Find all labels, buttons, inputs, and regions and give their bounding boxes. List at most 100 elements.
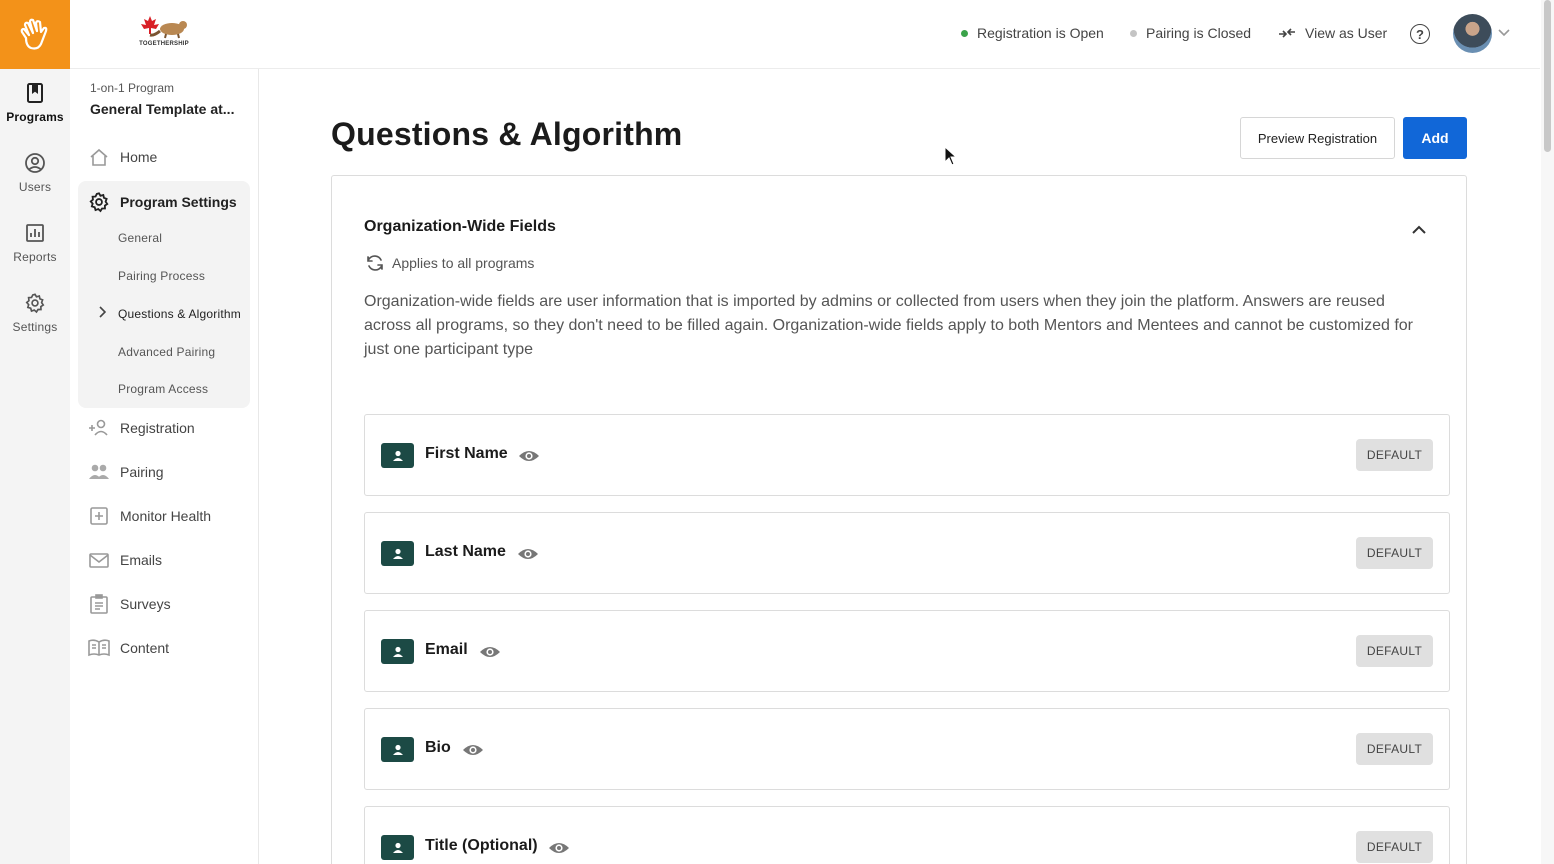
rail-item-label: Settings bbox=[12, 320, 58, 334]
field-card-bio[interactable]: Bio DEFAULT bbox=[364, 708, 1450, 790]
person-icon bbox=[381, 541, 414, 566]
sidebar-item-emails[interactable]: Emails bbox=[78, 540, 250, 580]
view-as-user-label: View as User bbox=[1305, 25, 1388, 41]
preview-registration-button[interactable]: Preview Registration bbox=[1240, 117, 1395, 159]
sync-icon bbox=[364, 252, 386, 274]
field-card-last-name[interactable]: Last Name DEFAULT bbox=[364, 512, 1450, 594]
gear-icon bbox=[24, 292, 46, 314]
avatar[interactable] bbox=[1453, 14, 1492, 53]
waving-hand-icon bbox=[20, 18, 48, 50]
field-name: Last Name bbox=[425, 543, 506, 560]
default-badge: DEFAULT bbox=[1356, 537, 1433, 569]
page-scrollbar[interactable] bbox=[1541, 0, 1554, 864]
sidebar-item-monitor-health[interactable]: Monitor Health bbox=[78, 496, 250, 536]
sidebar-subitem-program-access[interactable]: Program Access bbox=[118, 382, 208, 396]
field-name: Email bbox=[425, 641, 468, 658]
sidebar-item-label: Pairing bbox=[120, 464, 164, 480]
sidebar-item-pairing[interactable]: Pairing bbox=[78, 452, 250, 492]
field-card-title[interactable]: Title (Optional) DEFAULT bbox=[364, 806, 1450, 864]
sidebar-item-label: Surveys bbox=[120, 596, 171, 612]
gear-icon bbox=[88, 191, 110, 213]
status-dot-icon bbox=[961, 29, 968, 37]
sidebar-item-home[interactable]: Home bbox=[78, 137, 250, 177]
default-badge: DEFAULT bbox=[1356, 635, 1433, 667]
sidebar-item-label: Emails bbox=[120, 552, 163, 568]
clipboard-icon bbox=[88, 593, 110, 615]
add-person-icon bbox=[88, 417, 110, 439]
program-name[interactable]: General Template at... bbox=[90, 101, 240, 117]
program-type: 1-on-1 Program bbox=[90, 81, 175, 95]
registration-status-text: Registration is Open bbox=[977, 25, 1104, 41]
rail-item-reports[interactable]: Reports bbox=[0, 222, 70, 264]
medical-plus-icon bbox=[88, 505, 110, 527]
sidebar-item-label: Monitor Health bbox=[120, 508, 212, 524]
home-icon bbox=[88, 146, 110, 168]
sidebar-subitem-advanced-pairing[interactable]: Advanced Pairing bbox=[118, 345, 215, 359]
people-icon bbox=[88, 461, 110, 483]
swap-arrows-icon bbox=[1278, 26, 1296, 40]
maple-leaf-beaver-icon bbox=[141, 16, 187, 39]
default-badge: DEFAULT bbox=[1356, 439, 1433, 471]
default-badge: DEFAULT bbox=[1356, 831, 1433, 863]
envelope-icon bbox=[88, 549, 110, 571]
sidebar-item-label: Content bbox=[120, 640, 170, 656]
field-name: First Name bbox=[425, 445, 508, 462]
bookmark-book-icon bbox=[24, 82, 46, 104]
eye-icon[interactable] bbox=[548, 838, 570, 858]
togethership-logo[interactable]: TOGETHERSHIP bbox=[136, 14, 192, 52]
person-icon bbox=[381, 443, 414, 468]
sidebar-item-label: Registration bbox=[120, 420, 195, 436]
view-as-user-button[interactable]: View as User bbox=[1278, 25, 1387, 41]
registration-status: Registration is Open bbox=[961, 25, 1104, 41]
field-name: Bio bbox=[425, 739, 451, 756]
sidebar-item-registration[interactable]: Registration bbox=[78, 408, 250, 448]
person-icon bbox=[381, 639, 414, 664]
organization-wide-fields-panel: Organization-Wide Fields Applies to all … bbox=[331, 175, 1467, 864]
brand-text: TOGETHERSHIP bbox=[139, 41, 189, 47]
program-settings-group: Program Settings General Pairing Process… bbox=[78, 181, 250, 408]
sidebar-item-content[interactable]: Content bbox=[78, 628, 250, 668]
rail-item-users[interactable]: Users bbox=[0, 152, 70, 194]
app-logo[interactable] bbox=[0, 0, 70, 69]
eye-icon[interactable] bbox=[518, 446, 540, 466]
bar-chart-icon bbox=[24, 222, 46, 244]
chevron-up-icon[interactable] bbox=[1408, 218, 1430, 240]
mouse-cursor-icon bbox=[944, 146, 958, 166]
user-circle-icon bbox=[24, 152, 46, 174]
sidebar-subitem-questions-algorithm[interactable]: Questions & Algorithm bbox=[118, 307, 241, 321]
open-book-icon bbox=[88, 637, 110, 659]
chevron-right-icon bbox=[98, 306, 107, 321]
panel-description: Organization-wide fields are user inform… bbox=[364, 293, 1413, 358]
field-card-first-name[interactable]: First Name DEFAULT bbox=[364, 414, 1450, 496]
rail-item-label: Users bbox=[18, 180, 52, 194]
add-button[interactable]: Add bbox=[1403, 117, 1467, 159]
rail-item-label: Reports bbox=[13, 250, 57, 264]
rail-item-programs[interactable]: Programs bbox=[0, 82, 70, 124]
sidebar-item-label: Program Settings bbox=[120, 194, 237, 210]
eye-icon[interactable] bbox=[462, 740, 484, 760]
sidebar-subitem-general[interactable]: General bbox=[118, 231, 162, 245]
sidebar-item-program-settings[interactable]: Program Settings bbox=[88, 191, 237, 213]
page-title: Questions & Algorithm bbox=[331, 116, 683, 152]
applies-text: Applies to all programs bbox=[392, 255, 535, 271]
pairing-status-text: Pairing is Closed bbox=[1146, 25, 1252, 41]
scrollbar-thumb[interactable] bbox=[1544, 0, 1551, 152]
chevron-down-icon[interactable] bbox=[1498, 24, 1510, 42]
sidebar-subitem-pairing-process[interactable]: Pairing Process bbox=[118, 269, 205, 283]
rail-item-label: Programs bbox=[6, 110, 64, 124]
person-icon bbox=[381, 835, 414, 860]
help-icon[interactable]: ? bbox=[1410, 24, 1430, 44]
pairing-status: Pairing is Closed bbox=[1130, 25, 1251, 41]
field-name: Title (Optional) bbox=[425, 837, 538, 854]
sidebar-item-label: Home bbox=[120, 149, 158, 165]
app-rail: Programs Users Reports Settings bbox=[0, 0, 70, 864]
field-card-email[interactable]: Email DEFAULT bbox=[364, 610, 1450, 692]
eye-icon[interactable] bbox=[517, 544, 539, 564]
eye-icon[interactable] bbox=[479, 642, 501, 662]
rail-item-settings[interactable]: Settings bbox=[0, 292, 70, 334]
top-bar: TOGETHERSHIP Registration is Open Pairin… bbox=[70, 0, 1540, 69]
person-icon bbox=[381, 737, 414, 762]
sidebar-item-surveys[interactable]: Surveys bbox=[78, 584, 250, 624]
applies-to-all-note: Applies to all programs bbox=[364, 252, 534, 274]
status-dot-icon bbox=[1130, 29, 1137, 37]
